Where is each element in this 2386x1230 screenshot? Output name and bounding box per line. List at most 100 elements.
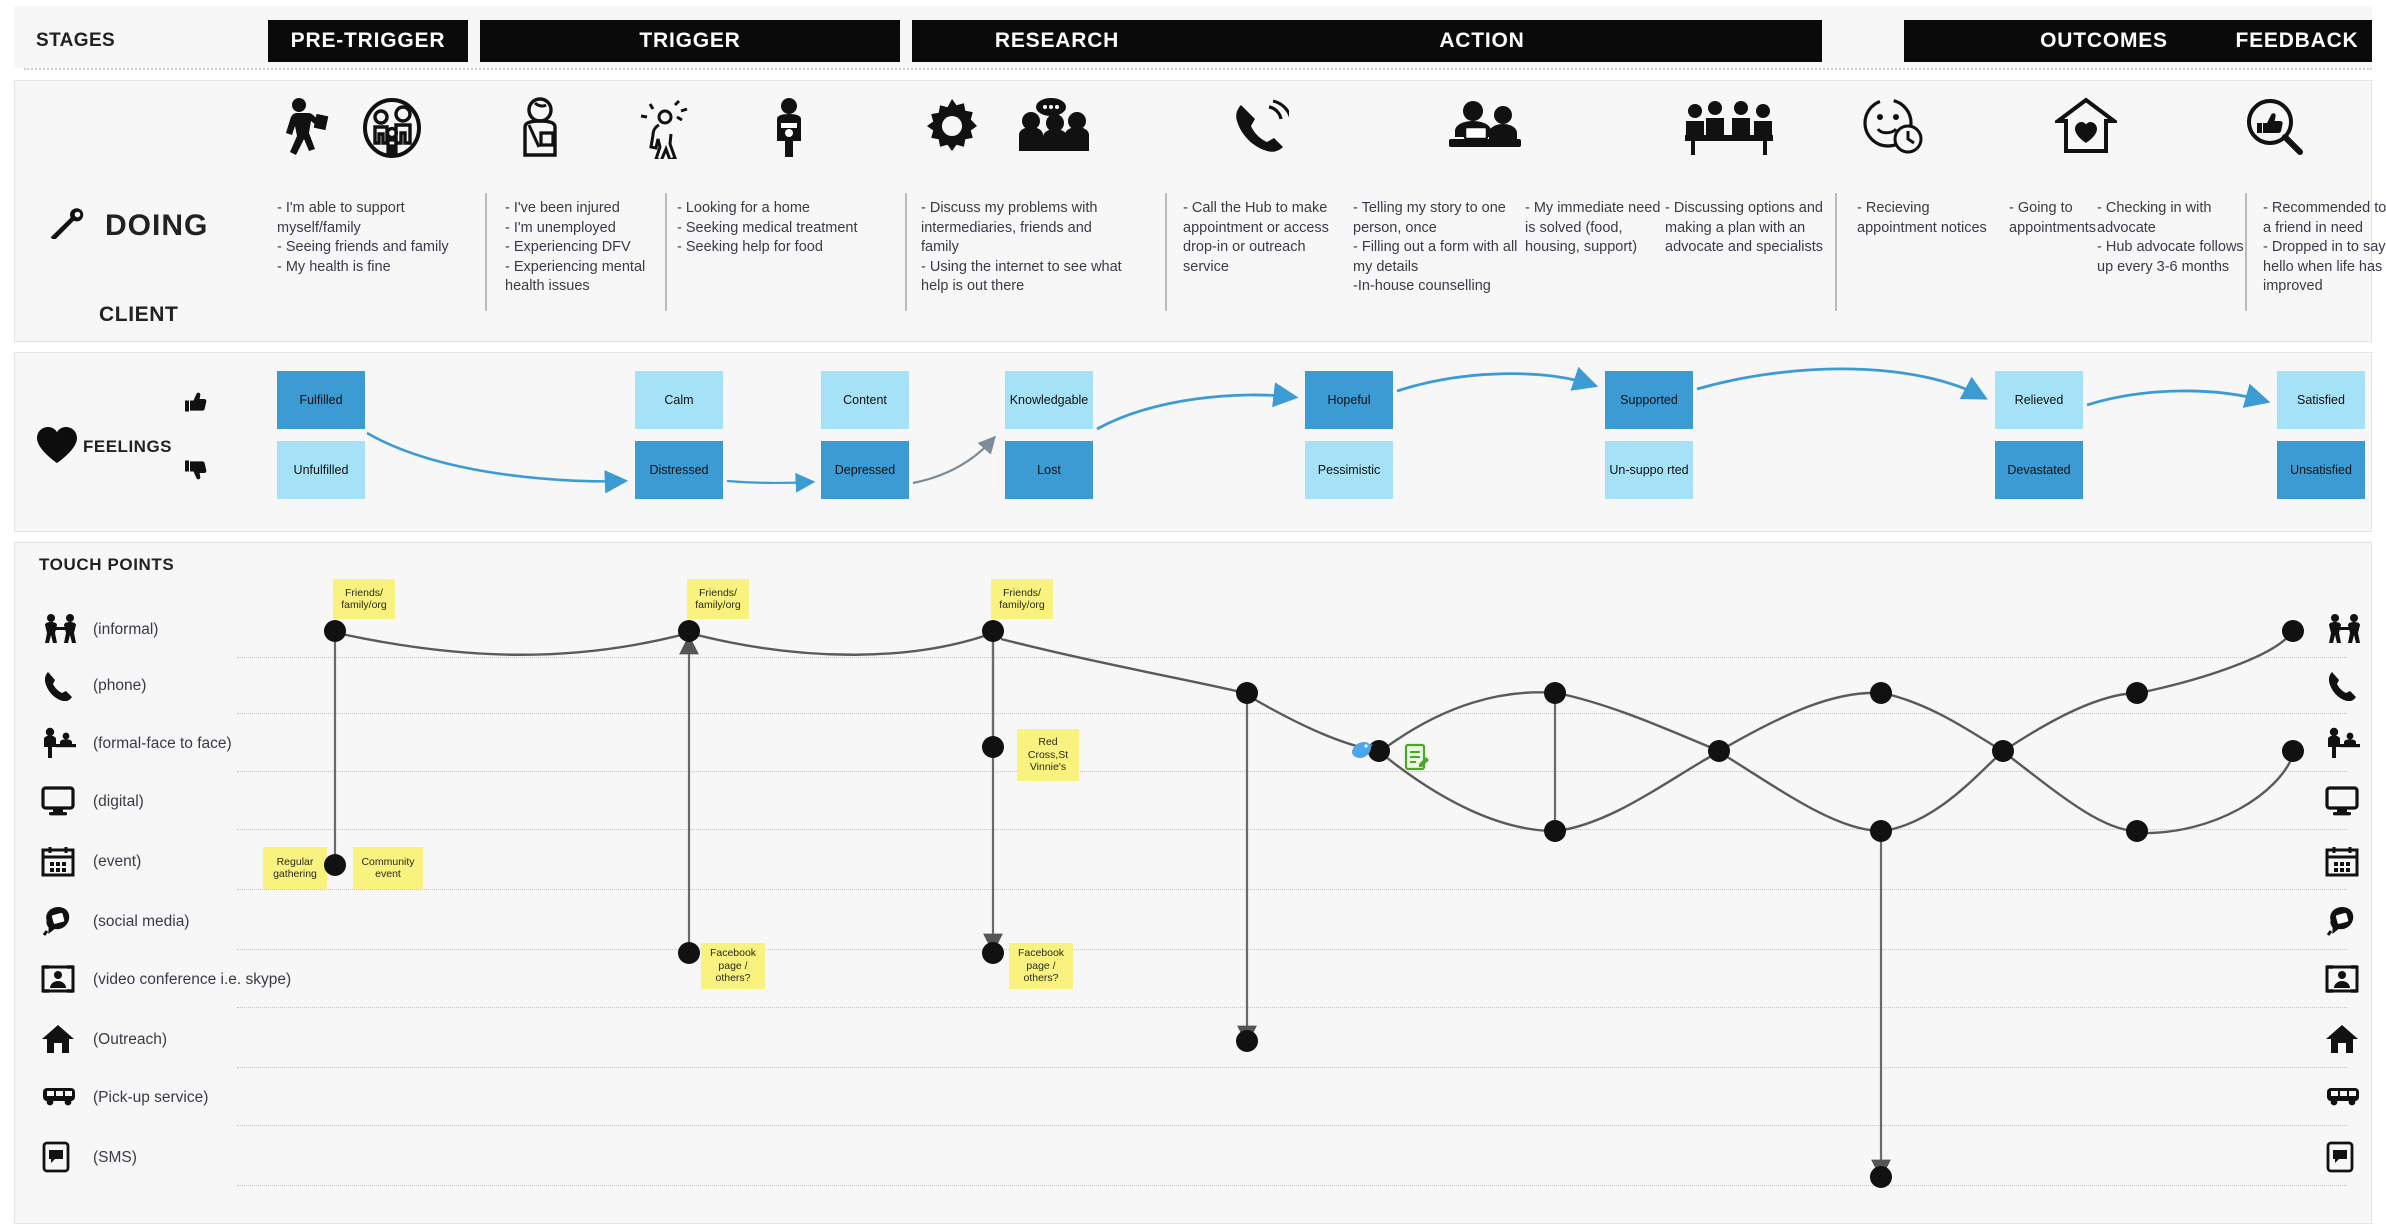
touchpoint-dot[interactable] [2126,820,2148,842]
desk-interview-icon [1447,97,1523,155]
stage-chip-trigger[interactable]: TRIGGER [480,20,900,62]
touchpoint-dot[interactable] [2126,682,2148,704]
people-speech-bubbles-icon [1015,97,1089,155]
bus-icon-right [2325,1081,2361,1114]
sms-icon-right [2325,1141,2355,1178]
touchpoints-row: TOUCH POINTS (informal) (phone) (formal-fa… [14,542,2372,1224]
feeling-positive-box: Relieved [1995,371,2083,429]
touchpoint-dot[interactable] [982,620,1004,642]
feeling-positive-box: Supported [1605,371,1693,429]
sticky-note[interactable]: Friends/ family/org [687,579,749,619]
stage-chip-pre-trigger[interactable]: PRE-TRIGGER [268,20,468,62]
touchpoint-row-label: (SMS) [93,1149,137,1166]
social-media-icon-right [2325,905,2359,942]
stages-divider [24,68,2372,70]
touchpoint-row-label: (Pick-up service) [93,1089,209,1106]
feeling-negative-box: Lost [1005,441,1093,499]
touchpoint-dot[interactable] [1992,740,2014,762]
stage-chip-action[interactable]: ACTION [1142,20,1822,62]
client-column: - Call the Hub to make appointment or ac… [1183,200,1329,275]
feelings-column: Hopeful Pessimistic [1305,371,1393,499]
feelings-column: Relieved Devastated [1995,371,2083,499]
touchpoint-row-label: (event) [93,853,142,870]
thumbs-up-magnifier-icon [2245,97,2303,155]
journey-map-canvas: STAGES PRE-TRIGGER TRIGGER RESEARCH ACTION O… [0,0,2386,1230]
feelings-row: FEELINGS Fulfilled Unfulfilled Calm Distres… [14,352,2372,532]
client-column: - Discuss my problems with intermediarie… [921,200,1122,295]
sticky-note[interactable]: Facebook page / others? [701,943,765,989]
thumbs-down-icon [185,460,207,480]
calendar-icon [41,845,75,882]
sticky-note[interactable]: Community event [353,847,423,889]
client-column-divider [2245,193,2247,311]
client-column: - Looking for a home - Seeking medical t… [677,200,858,256]
family-in-circle-icon [363,97,421,159]
feeling-positive-box: Hopeful [1305,371,1393,429]
touchpoint-dot[interactable] [1708,740,1730,762]
client-column: - Recieving appointment notices [1857,200,1987,236]
touchpoint-dot[interactable] [982,942,1004,964]
touchpoint-dot[interactable] [1544,682,1566,704]
bus-icon [41,1081,77,1114]
social-media-icon [41,905,75,942]
touchpoint-row-divider [237,713,2347,714]
feeling-positive-box: Content [821,371,909,429]
feeling-positive-box: Knowledgable [1005,371,1093,429]
feeling-negative-box: Pessimistic [1305,441,1393,499]
touchpoint-dot[interactable] [1870,1166,1892,1188]
home-icon-right [2325,1023,2359,1060]
monitor-icon [41,785,75,822]
sticky-note[interactable]: Regular gathering [263,847,327,889]
touchpoint-dot[interactable] [324,854,346,876]
bird-marker-icon [1349,737,1375,768]
feeling-negative-box: Unsatisfied [2277,441,2365,499]
two-people-informal-icon [41,613,81,650]
sticky-note[interactable]: Red Cross,St Vinnie's [1017,729,1079,781]
client-column: - Checking in with advocate - Hub advoca… [2097,200,2244,275]
feeling-positive-box: Calm [635,371,723,429]
touchpoint-dot[interactable] [678,942,700,964]
touchpoint-dot[interactable] [1544,820,1566,842]
person-holding-child-icon [767,97,811,159]
video-conference-icon-right [2325,963,2359,1000]
touchpoint-row-divider [237,829,2347,830]
sticky-note[interactable]: Facebook page / others? [1009,943,1073,989]
feeling-positive-box: Satisfied [2277,371,2365,429]
meeting-table-icon [1681,97,1777,157]
calendar-icon-right [2325,845,2359,882]
touchpoint-dot[interactable] [1236,682,1258,704]
client-column: - I'm able to support myself/family - Se… [277,200,449,275]
touchpoint-row-label: (formal-face to face) [93,735,232,752]
sms-icon [41,1141,71,1178]
touchpoint-dot[interactable] [2282,620,2304,642]
touchpoint-dot[interactable] [324,620,346,642]
touchpoint-dot[interactable] [2282,740,2304,762]
sticky-note[interactable]: Friends/ family/org [333,579,395,619]
touchpoint-dot[interactable] [982,736,1004,758]
touchpoint-row-label: (video conference i.e. skype) [93,971,292,988]
feeling-negative-box: Un-suppo rted [1605,441,1693,499]
touchpoint-dot[interactable] [1870,820,1892,842]
touchpoint-row-divider [237,1185,2347,1186]
touchpoint-row-divider [237,889,2347,890]
client-label: CLIENT [99,303,179,326]
touchpoint-dot[interactable] [678,620,700,642]
feeling-negative-box: Depressed [821,441,909,499]
monitor-icon-right [2325,785,2359,822]
touchpoint-row-label: (informal) [93,621,159,638]
touchpoint-dot[interactable] [1870,682,1892,704]
sticky-note[interactable]: Friends/ family/org [991,579,1053,619]
thumbs-up-icon [185,392,207,412]
stage-chip-feedback[interactable]: FEEDBACK [2222,20,2372,62]
touchpoint-row-label: (social media) [93,913,190,930]
house-heart-icon [2055,97,2117,155]
client-column-divider [905,193,907,311]
feeling-positive-box: Fulfilled [277,371,365,429]
stages-row: STAGES PRE-TRIGGER TRIGGER RESEARCH ACTION O… [14,6,2372,68]
touchpoint-dot[interactable] [1236,1030,1258,1052]
feeling-negative-box: Distressed [635,441,723,499]
person-at-desk-icon-right [2325,727,2361,764]
feeling-negative-box: Unfulfilled [277,441,365,499]
client-column: - Telling my story to one person, once -… [1353,200,1518,295]
client-column: - Recommended to a friend in need - Drop… [2263,200,2386,295]
